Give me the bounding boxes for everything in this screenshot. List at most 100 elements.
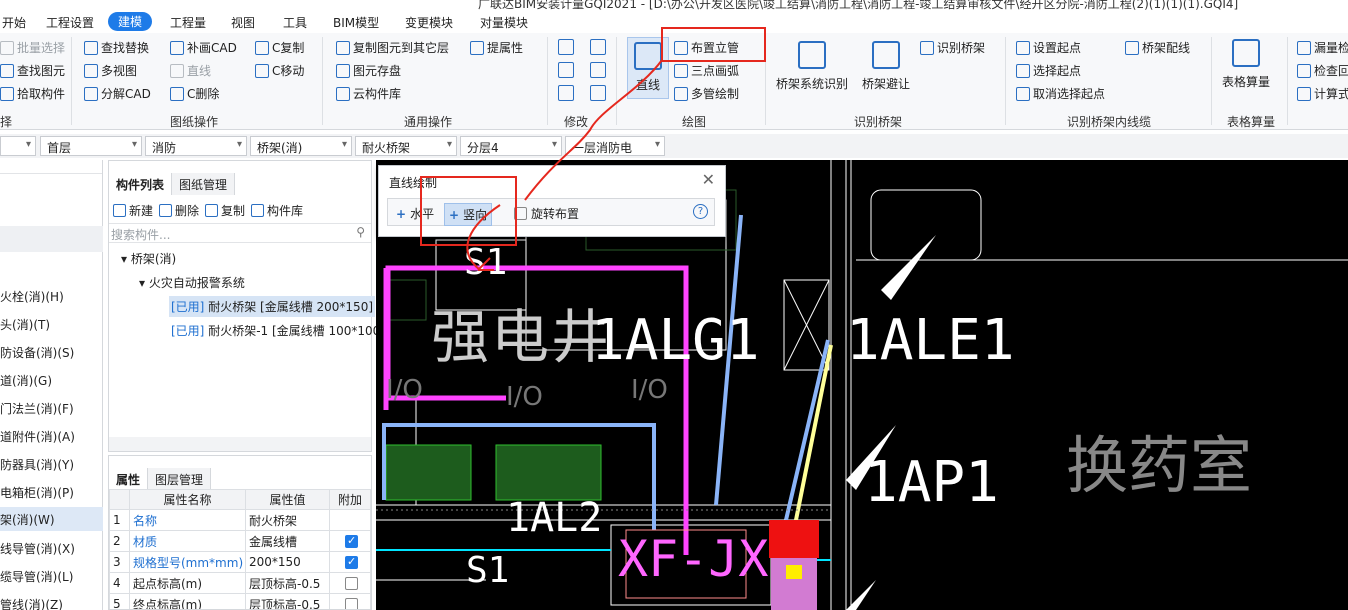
help-icon[interactable]: ? — [693, 204, 708, 219]
tray-system-identify-button[interactable]: 桥架系统识别 — [776, 41, 848, 92]
component-dropdown[interactable]: 耐火桥架 — [355, 136, 457, 156]
property-value[interactable]: 层顶标高-0.5 — [245, 572, 330, 594]
nav-item[interactable]: 防器具(消)(Y) — [0, 456, 74, 473]
extract-attr-button[interactable]: 提属性 — [470, 39, 523, 56]
refresh-icon[interactable] — [590, 85, 606, 101]
tree-item-fire-tray-1[interactable]: [已用] 耐火桥架-1 [金属线槽 100*100] — [171, 322, 385, 339]
tree-root-tray[interactable]: ▾ 桥架(消) — [121, 250, 176, 267]
tab-component-list[interactable]: 构件列表 — [109, 173, 173, 195]
copy-component-button[interactable]: 复制 — [205, 202, 245, 219]
tab-layer-management[interactable]: 图层管理 — [148, 468, 212, 490]
property-attach — [329, 593, 371, 609]
cloud-library-button[interactable]: 云构件库 — [336, 85, 401, 102]
tree-system-fire-alarm[interactable]: ▾ 火灾自动报警系统 — [139, 274, 245, 291]
supplement-cad-button[interactable]: 补画CAD — [170, 39, 237, 56]
c-move-button[interactable]: C移动 — [255, 62, 304, 79]
find-replace-button[interactable]: 查找替换 — [84, 39, 149, 56]
menu-bim-model[interactable]: BIM模型 — [333, 14, 379, 31]
nav-item[interactable]: 防设备(消)(S) — [0, 344, 74, 361]
nav-item[interactable]: 管线(消)(Z) — [0, 596, 63, 610]
horizontal-scrollbar[interactable] — [109, 437, 371, 451]
tab-drawing-management[interactable]: 图纸管理 — [172, 173, 236, 195]
menu-quantity[interactable]: 工程量 — [170, 14, 206, 31]
nav-item[interactable]: 缆导管(消)(L) — [0, 568, 73, 585]
tab-properties[interactable]: 属性 — [109, 468, 149, 490]
identify-tray-button[interactable]: 识别桥架 — [920, 39, 985, 56]
set-start-button[interactable]: 设置起点 — [1016, 39, 1081, 56]
menu-modeling[interactable]: 建模 — [108, 12, 153, 31]
delete-icon[interactable] — [558, 85, 574, 101]
layer-dropdown[interactable]: 分层4 — [460, 136, 562, 156]
view-dropdown[interactable]: 一层消防电 — [565, 136, 665, 156]
property-row[interactable]: 2 材质 金属线槽 — [109, 530, 371, 552]
menu-tools[interactable]: 工具 — [283, 14, 307, 31]
floor-dropdown[interactable]: 首层 — [40, 136, 142, 156]
nav-item[interactable]: 门法兰(消)(F) — [0, 400, 74, 417]
menu-start[interactable]: 开始 — [2, 14, 26, 31]
attach-checkbox[interactable] — [345, 555, 358, 569]
property-value[interactable]: 金属线槽 — [245, 530, 330, 552]
type-dropdown[interactable]: 桥架(消) — [250, 136, 352, 156]
component-search-input[interactable]: 搜索构件... ⚲ — [109, 223, 371, 243]
discipline-dropdown[interactable]: 消防 — [145, 136, 247, 156]
menu-project-settings[interactable]: 工程设置 — [46, 14, 94, 31]
property-row[interactable]: 1 名称 耐火桥架 — [109, 509, 371, 531]
property-value[interactable]: 200*150 — [245, 551, 330, 573]
tray-wire-button[interactable]: 桥架配线 — [1125, 39, 1190, 56]
new-component-button[interactable]: 新建 — [113, 202, 153, 219]
batch-select-button[interactable]: 批量选择 — [0, 39, 65, 56]
c-delete-button[interactable]: C删除 — [170, 85, 219, 102]
rotate-icon[interactable] — [590, 62, 606, 78]
tray-avoid-button[interactable]: 桥架避让 — [862, 41, 910, 92]
select-start-button[interactable]: 选择起点 — [1016, 62, 1081, 79]
menu-view[interactable]: 视图 — [231, 14, 255, 31]
close-icon[interactable]: ✕ — [702, 170, 715, 189]
explode-cad-button[interactable]: 分解CAD — [84, 85, 151, 102]
calc-formula-button[interactable]: 计算式 — [1297, 85, 1348, 102]
category-dropdown[interactable] — [0, 136, 36, 156]
property-row[interactable]: 3 规格型号(mm*mm) 200*150 — [109, 551, 371, 573]
table-calc-button[interactable]: 表格算量 — [1222, 39, 1270, 90]
cad-label-io: I/O — [386, 375, 423, 405]
pick-component-button[interactable]: 拾取构件 — [0, 85, 65, 102]
cad-line-button[interactable]: 直线 — [170, 62, 211, 79]
move-icon[interactable] — [558, 62, 574, 78]
copy-icon[interactable] — [558, 39, 574, 55]
rotate-placement-checkbox[interactable]: 旋转布置 — [510, 203, 583, 224]
property-row[interactable]: 5 终点标高(m) 层顶标高-0.5 — [109, 593, 371, 609]
menu-reconcile-module[interactable]: 对量模块 — [480, 14, 528, 31]
drawing-ops-group-label: 图纸操作 — [170, 115, 219, 129]
property-name: 终点标高(m) — [129, 593, 246, 609]
multi-view-button[interactable]: 多视图 — [84, 62, 137, 79]
nav-item-tray-selected[interactable]: 架(消)(W) — [0, 507, 103, 531]
attach-checkbox[interactable] — [345, 577, 358, 590]
menu-change-module[interactable]: 变更模块 — [405, 14, 453, 31]
copy-to-floor-button[interactable]: 复制图元到其它层 — [336, 39, 449, 56]
property-row[interactable]: 4 起点标高(m) 层顶标高-0.5 — [109, 572, 371, 594]
cancel-select-start-button[interactable]: 取消选择起点 — [1016, 85, 1105, 102]
property-value[interactable]: 层顶标高-0.5 — [245, 593, 330, 609]
element-storage-button[interactable]: 图元存盘 — [336, 62, 401, 79]
nav-item[interactable]: 电箱柜(消)(P) — [0, 484, 74, 501]
check-back-button[interactable]: 检查回 — [1297, 62, 1348, 79]
nav-item[interactable]: 线导管(消)(X) — [0, 540, 75, 557]
property-attach — [329, 551, 371, 573]
c-copy-button[interactable]: C复制 — [255, 39, 304, 56]
delete-component-button[interactable]: 删除 — [159, 202, 199, 219]
component-library-button[interactable]: 构件库 — [251, 202, 303, 219]
attach-checkbox[interactable] — [345, 598, 358, 609]
find-element-button[interactable]: 查找图元 — [0, 62, 65, 79]
nav-item[interactable]: 头(消)(T) — [0, 316, 50, 333]
nav-item[interactable]: 火栓(消)(H) — [0, 288, 64, 305]
three-point-arc-button[interactable]: 三点画弧 — [674, 62, 739, 79]
title-bar: 广联达BIM安装计量GQI2021 - [D:\办公\开发区医院\竣工结算\消防… — [0, 0, 1348, 10]
nav-item[interactable]: 道(消)(G) — [0, 372, 52, 389]
missing-check-button[interactable]: 漏量检 — [1297, 39, 1348, 56]
attach-checkbox[interactable] — [345, 534, 358, 548]
tree-item-fire-tray-selected[interactable]: [已用] 耐火桥架 [金属线槽 200*150] — [169, 296, 376, 317]
multi-pipe-draw-button[interactable]: 多管绘制 — [674, 85, 739, 102]
mirror-icon[interactable] — [590, 39, 606, 55]
property-value[interactable]: 耐火桥架 — [245, 509, 330, 531]
cad-label-io: I/O — [631, 375, 668, 405]
nav-item[interactable]: 道附件(消)(A) — [0, 428, 75, 445]
